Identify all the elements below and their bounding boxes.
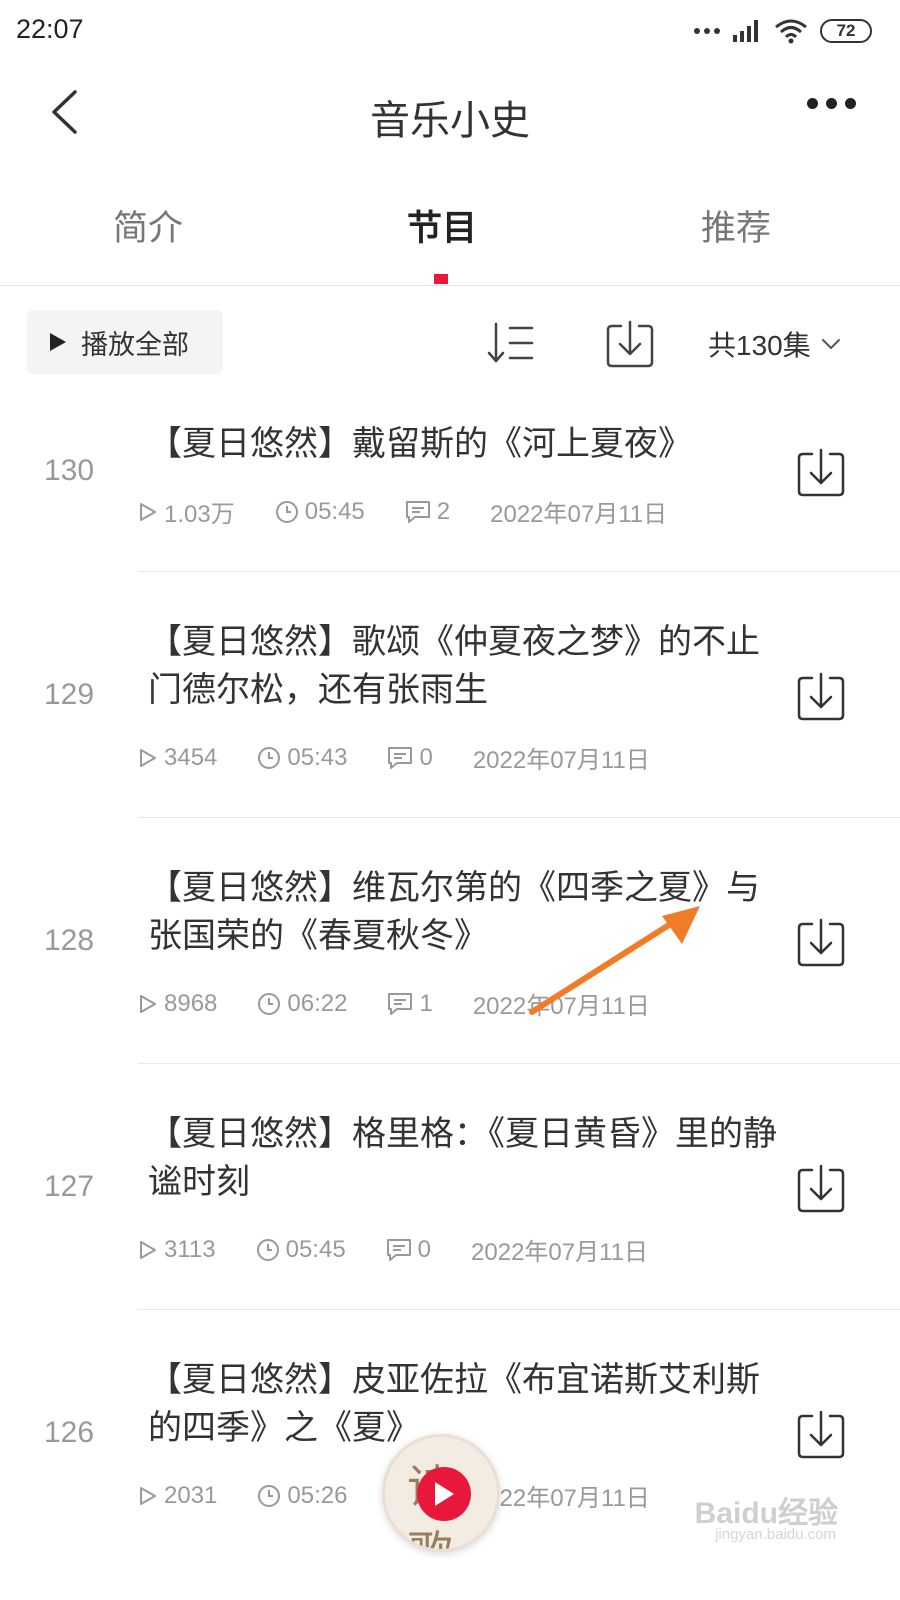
download-icon (606, 320, 654, 368)
download-icon (797, 672, 845, 721)
episode-download-button[interactable] (796, 1410, 846, 1460)
status-icons: 72 (694, 16, 872, 46)
episode-title[interactable]: 【夏日悠然】戴留斯的《河上夏夜》 (148, 420, 778, 468)
duration: 05:45 (304, 497, 365, 525)
publish-date: 2022年07月11日 (472, 993, 650, 1020)
play-count: 3113 (164, 1235, 216, 1263)
tab-programs[interactable]: 节目 (342, 200, 542, 251)
comment-icon (386, 1238, 411, 1261)
download-icon (797, 918, 845, 967)
play-count: 2031 (164, 1481, 218, 1509)
episode-meta: 3113 05:45 0 2022年07月11日 (138, 1232, 688, 1267)
header: 音乐小史 (0, 62, 900, 162)
clock-icon (256, 1238, 279, 1261)
episode-number: 130 (43, 454, 95, 487)
clock-icon (258, 1484, 281, 1507)
episode-number: 126 (43, 1416, 95, 1449)
download-all-button[interactable] (604, 318, 656, 370)
signal-dots-icon (694, 28, 720, 34)
battery-icon: 72 (820, 19, 872, 43)
play-icon (435, 1482, 454, 1506)
comment-count: 2 (436, 497, 451, 525)
duration: 06:22 (287, 989, 348, 1017)
episode-meta: 8968 06:22 1 2022年07月11日 (138, 986, 690, 1021)
download-icon (797, 448, 845, 497)
episode-title[interactable]: 【夏日悠然】格里格：《夏日黄昏》里的静谧时刻 (148, 1110, 778, 1206)
comment-icon (388, 992, 413, 1015)
episode-download-button[interactable] (796, 1164, 846, 1214)
mini-play-button[interactable] (417, 1467, 471, 1521)
sort-button[interactable] (486, 320, 538, 366)
tab-bar: 简介 节目 推荐 (0, 180, 900, 286)
play-count-icon (140, 994, 156, 1013)
more-button[interactable] (807, 98, 856, 109)
episode-title[interactable]: 【夏日悠然】维瓦尔第的《四季之夏》与张国荣的《春夏秋冬》 (148, 864, 778, 960)
comment-icon (405, 500, 430, 523)
publish-date: 2022年07月11日 (472, 747, 650, 774)
comment-count: 0 (419, 743, 433, 771)
chevron-down-icon (821, 339, 840, 349)
episode-number: 127 (43, 1170, 95, 1203)
play-count: 3454 (164, 743, 218, 771)
episode-number: 129 (43, 678, 95, 711)
publish-date: 2022年07月11日 (490, 501, 668, 528)
status-bar: 22:07 72 (0, 0, 900, 62)
episode-meta: 1.03万 05:45 2 2022年07月11日 (138, 494, 707, 529)
play-icon (50, 333, 66, 351)
episode-list: 130 【夏日悠然】戴留斯的《河上夏夜》 1.03万 05:45 2 2022年… (0, 400, 900, 1556)
episode-count-selector[interactable]: 共130集 (708, 324, 841, 364)
clock-icon (258, 746, 281, 769)
episode-meta: 3454 05:43 0 2022年07月11日 (138, 740, 690, 775)
episode-download-button[interactable] (796, 672, 846, 722)
episode-number: 128 (43, 924, 95, 957)
duration: 05:45 (285, 1235, 346, 1263)
episode-row[interactable]: 129 【夏日悠然】歌颂《仲夏夜之梦》的不止门德尔松，还有张雨生 3454 05… (0, 572, 900, 818)
play-all-label: 播放全部 (81, 329, 189, 361)
play-count: 8968 (164, 989, 218, 1017)
status-time: 22:07 (16, 14, 84, 44)
play-count-icon (140, 748, 156, 767)
comment-icon (388, 746, 413, 769)
duration: 05:26 (287, 1481, 348, 1509)
tab-recommend[interactable]: 推荐 (636, 200, 836, 251)
mini-player[interactable]: 诗歌 (382, 1434, 500, 1552)
episode-title[interactable]: 【夏日悠然】歌颂《仲夏夜之梦》的不止门德尔松，还有张雨生 (148, 618, 778, 714)
page-title: 音乐小史 (370, 98, 530, 144)
episode-download-button[interactable] (796, 918, 846, 968)
play-count: 1.03万 (164, 501, 235, 528)
more-dots-icon (807, 98, 818, 109)
active-tab-indicator (434, 274, 448, 284)
wifi-icon (775, 19, 807, 44)
watermark-url: jingyan.baidu.com (715, 1526, 836, 1543)
download-icon (797, 1164, 845, 1213)
episode-row[interactable]: 128 【夏日悠然】维瓦尔第的《四季之夏》与张国荣的《春夏秋冬》 8968 06… (0, 818, 900, 1064)
play-count-icon (140, 1240, 156, 1259)
duration: 05:43 (287, 743, 348, 771)
clock-icon (275, 500, 298, 523)
list-toolbar: 播放全部 共130集 (0, 308, 900, 378)
download-icon (797, 1410, 845, 1459)
tab-intro[interactable]: 简介 (48, 200, 248, 251)
play-count-icon (140, 1486, 156, 1505)
play-count-icon (140, 502, 156, 521)
clock-icon (258, 992, 281, 1015)
publish-date: 2022年07月11日 (471, 1239, 649, 1266)
episode-row[interactable]: 127 【夏日悠然】格里格：《夏日黄昏》里的静谧时刻 3113 05:45 0 … (0, 1064, 900, 1310)
episode-download-button[interactable] (796, 448, 846, 498)
sort-list-icon (487, 322, 534, 363)
comment-count: 1 (419, 989, 433, 1017)
play-all-button[interactable]: 播放全部 (27, 310, 223, 374)
comment-count: 0 (417, 1235, 432, 1263)
cellular-signal-icon (733, 20, 758, 42)
episode-count-label: 共130集 (708, 330, 811, 361)
episode-row[interactable]: 130 【夏日悠然】戴留斯的《河上夏夜》 1.03万 05:45 2 2022年… (0, 400, 900, 572)
